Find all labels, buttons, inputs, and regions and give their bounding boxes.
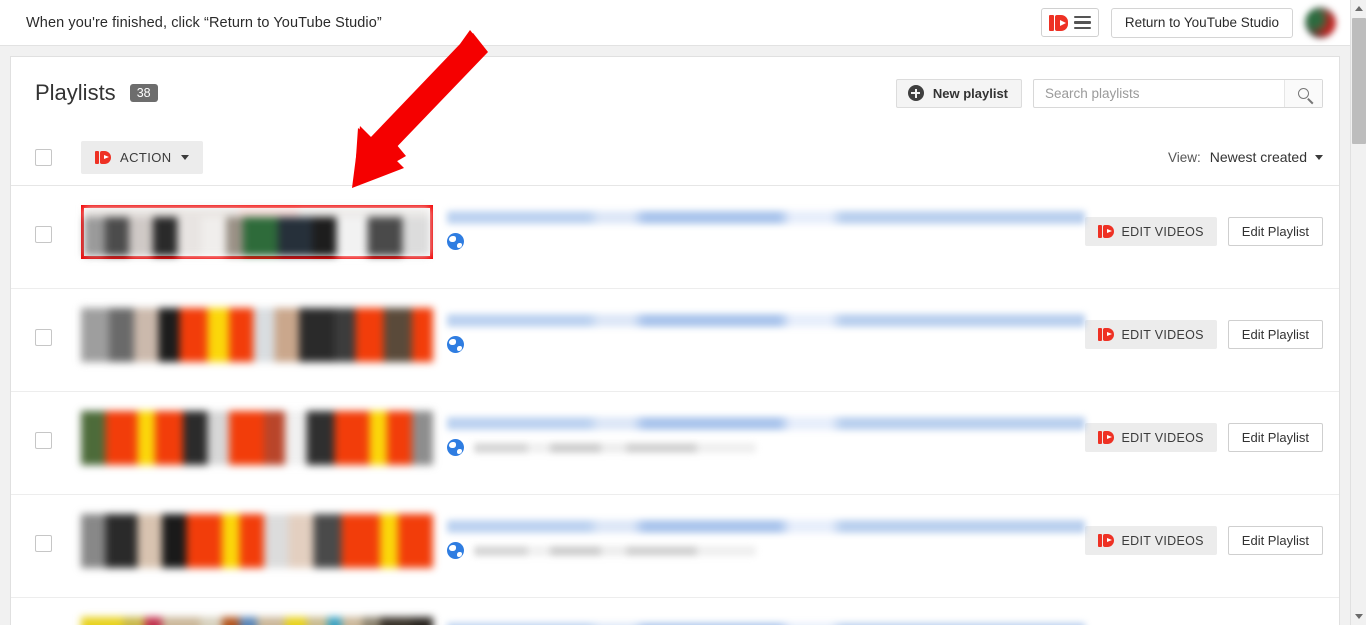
row-actions: EDIT VIDEOS Edit Playlist [1084,308,1323,349]
playlists-card: Playlists 38 New playlist Search playlis… [10,56,1340,625]
return-to-youtube-studio-button[interactable]: Return to YouTube Studio [1110,7,1293,38]
playlist-meta [447,205,1085,250]
search-icon [1298,87,1309,99]
new-playlist-button[interactable]: New playlist [895,78,1022,108]
avatar[interactable] [1305,7,1336,38]
row-actions: EDIT VIDEOSEdit Playlist [1085,617,1323,625]
chevron-down-icon [180,154,189,160]
edit-videos-label: EDIT VIDEOS [1121,327,1204,342]
row-actions: EDIT VIDEOS Edit Playlist [1084,411,1323,452]
top-banner-actions: Return to YouTube Studio [1040,7,1336,38]
search-playlists [1033,78,1323,108]
row-actions: EDIT VIDEOS Edit Playlist [1084,514,1323,555]
edit-videos-button[interactable]: EDIT VIDEOS [1084,320,1217,349]
top-banner: When you're finished, click “Return to Y… [0,0,1350,46]
edit-playlist-button[interactable]: Edit Playlist [1227,526,1323,555]
playlist-title[interactable] [447,314,1085,327]
tubebuddy-icon [1097,225,1114,238]
playlist-meta [447,514,1085,559]
tubebuddy-icon [95,150,111,164]
edit-videos-label: EDIT VIDEOS [1121,224,1204,239]
playlist-visibility-row [447,542,1085,559]
new-playlist-label: New playlist [932,85,1008,101]
thumbnail-image [81,411,433,465]
globe-public-icon [447,542,464,559]
playlist-visibility-row [447,439,1085,456]
edit-videos-button[interactable]: EDIT VIDEOS [1084,423,1217,452]
edit-playlist-button[interactable]: Edit Playlist [1227,217,1323,246]
view-value-wrap: Newest created [1210,149,1323,165]
playlist-row[interactable]: EDIT VIDEOS Edit Playlist [11,495,1339,598]
playlist-visibility-row [447,233,1085,250]
playlist-title[interactable] [447,211,1085,224]
playlist-thumbnail[interactable] [81,205,433,259]
tubebuddy-icon [1097,534,1114,547]
globe-public-icon [447,336,464,353]
scrollbar-thumb[interactable] [1352,18,1366,144]
hamburger-icon [1073,15,1091,30]
scroll-up-arrow-icon[interactable] [1351,0,1366,17]
view-value: Newest created [1209,149,1307,165]
row-actions: EDIT VIDEOS Edit Playlist [1084,205,1323,246]
playlist-row[interactable]: EDIT VIDEOS Edit Playlist [11,289,1339,392]
playlist-thumbnail[interactable] [81,411,433,465]
playlists-page: When you're finished, click “Return to Y… [0,0,1366,625]
page-title: Playlists [35,80,116,105]
playlist-thumbnail[interactable] [81,514,433,568]
action-label: ACTION [120,149,172,165]
playlist-count-badge: 38 [129,83,158,103]
playlist-thumbnail[interactable] [81,308,433,362]
playlist-meta [447,308,1085,353]
tubebuddy-icon [1097,328,1114,341]
playlists-header: Playlists 38 New playlist [11,57,1339,129]
playlist-meta [447,617,1085,625]
globe-public-icon [447,233,464,250]
row-checkbox[interactable] [35,432,52,449]
edit-playlist-button[interactable]: Edit Playlist [1227,423,1323,452]
playlist-description [474,545,756,556]
tubebuddy-menu-button[interactable] [1040,8,1099,37]
thumbnail-image [84,208,430,256]
scrollbar[interactable] [1350,0,1366,625]
playlist-title[interactable] [447,417,1085,430]
plus-circle-icon [907,85,924,101]
view-label: View: [1167,149,1201,165]
playlist-thumbnail[interactable] [81,617,433,625]
playlist-title[interactable] [447,520,1085,533]
action-button[interactable]: ACTION [81,140,203,174]
edit-videos-label: EDIT VIDEOS [1121,533,1204,548]
tubebuddy-icon [1097,431,1114,444]
tubebuddy-icon [1048,14,1068,31]
row-checkbox[interactable] [35,535,52,552]
header-actions: New playlist [895,78,1323,108]
playlist-visibility-row [447,336,1085,353]
playlist-row[interactable]: EDIT VIDEOS Edit Playlist [11,392,1339,495]
row-checkbox[interactable] [35,329,52,346]
row-checkbox[interactable] [35,226,52,243]
banner-message: When you're finished, click “Return to Y… [26,14,382,31]
thumbnail-image [81,514,433,568]
view-selector[interactable]: View: Newest created [1168,149,1323,165]
playlist-list: EDIT VIDEOS Edit Playlist EDIT VIDEOS Edit … [11,186,1339,625]
playlist-description [474,442,756,453]
playlist-meta [447,411,1085,456]
search-button[interactable] [1284,79,1322,107]
scroll-down-arrow-icon[interactable] [1351,608,1366,625]
thumbnail-image [81,308,433,362]
selection-toolbar: ACTION View: Newest created [11,129,1339,186]
playlist-row[interactable]: EDIT VIDEOSEdit Playlist [11,598,1339,625]
playlist-row[interactable]: EDIT VIDEOS Edit Playlist [11,186,1339,289]
globe-public-icon [447,439,464,456]
chevron-down-icon [1315,154,1323,160]
edit-videos-button[interactable]: EDIT VIDEOS [1084,217,1217,246]
edit-videos-label: EDIT VIDEOS [1121,430,1204,445]
select-all-checkbox[interactable] [35,148,52,166]
edit-videos-button[interactable]: EDIT VIDEOS [1084,526,1217,555]
search-input[interactable] [1034,79,1284,107]
edit-playlist-button[interactable]: Edit Playlist [1227,320,1323,349]
thumbnail-image [81,617,433,625]
